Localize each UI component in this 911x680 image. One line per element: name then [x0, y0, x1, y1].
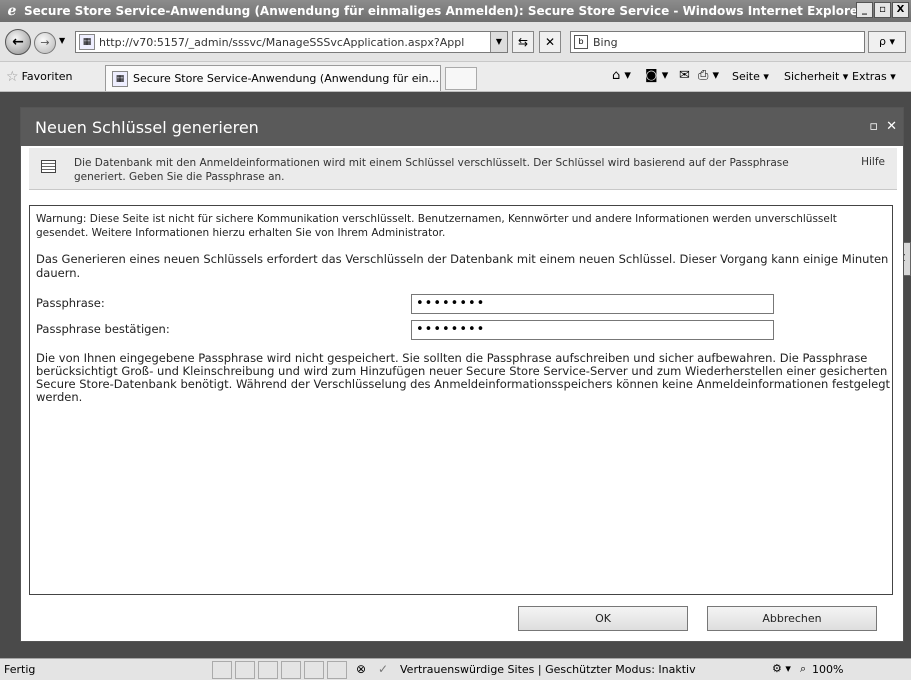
search-button[interactable]: ρ ▾	[868, 31, 906, 53]
url-dropdown-icon[interactable]: ▼	[490, 32, 507, 52]
maximize-dialog-icon[interactable]: ▫	[869, 119, 878, 134]
window-title: Secure Store Service-Anwendung (Anwendun…	[24, 4, 864, 18]
window-title-bar: ℯ Secure Store Service-Anwendung (Anwend…	[0, 0, 911, 22]
search-input[interactable]: b Bing	[570, 31, 865, 53]
favorites-label: Favoriten	[21, 70, 73, 83]
url-field[interactable]: ▦ http://v70:5157/_admin/sssvc/ManageSSS…	[75, 31, 508, 53]
security-zone-text[interactable]: Vertrauenswürdige Sites | Geschützter Mo…	[400, 663, 696, 676]
bing-icon: b	[574, 35, 588, 49]
page-icon: ▦	[79, 34, 95, 50]
passphrase-label: Passphrase:	[36, 296, 105, 310]
maximize-button[interactable]: ▫	[874, 2, 891, 18]
passphrase-input[interactable]: ••••••••	[411, 294, 774, 314]
generate-key-dialog: Neuen Schlüssel generieren ▫ ✕ Die Daten…	[20, 107, 904, 642]
zoom-level[interactable]: 100%	[812, 663, 843, 676]
checkmark-icon: ✓	[378, 662, 389, 676]
status-cell	[235, 661, 255, 679]
info-list-icon	[41, 160, 56, 173]
cancel-button[interactable]: Abbrechen	[707, 606, 877, 631]
info-panel: Die Datenbank mit den Anmeldeinformation…	[29, 148, 897, 190]
confirm-passphrase-input[interactable]: ••••••••	[411, 320, 774, 340]
tab-title: Secure Store Service-Anwendung (Anwendun…	[133, 72, 439, 85]
dialog-header: Neuen Schlüssel generieren	[21, 108, 903, 146]
confirm-row: Passphrase bestätigen: ••••••••	[36, 318, 886, 340]
description-text: Das Generieren eines neuen Schlüssels er…	[36, 252, 889, 280]
status-cell	[281, 661, 301, 679]
minimize-button[interactable]: _	[856, 2, 873, 18]
popup-blocker-icon[interactable]: ⊗	[356, 662, 366, 676]
address-bar: ← → ▼ ▦ http://v70:5157/_admin/sssvc/Man…	[0, 22, 911, 62]
feeds-icon[interactable]: ◙ ▾	[645, 68, 668, 83]
dialog-controls: ▫ ✕	[869, 119, 897, 134]
print-icon[interactable]: ⎙ ▾	[698, 68, 719, 83]
content-frame: Warnung: Diese Seite ist nicht für siche…	[29, 205, 893, 595]
zone-settings-icon[interactable]: ⚙ ▾	[772, 662, 791, 675]
home-icon[interactable]: ⌂ ▾	[612, 68, 631, 83]
security-warning: Warnung: Diese Seite ist nicht für siche…	[36, 213, 837, 239]
ok-button[interactable]: OK	[518, 606, 688, 631]
page-menu[interactable]: Seite ▾	[732, 70, 769, 83]
new-tab-button[interactable]	[445, 67, 477, 90]
star-icon: ☆	[6, 68, 19, 85]
status-text: Fertig	[4, 663, 36, 676]
close-dialog-icon[interactable]: ✕	[886, 119, 897, 134]
history-dropdown-icon[interactable]: ▼	[59, 36, 65, 45]
window-controls: _ ▫ X	[856, 2, 909, 18]
status-cell	[327, 661, 347, 679]
browser-tab[interactable]: ▦ Secure Store Service-Anwendung (Anwend…	[105, 65, 441, 91]
status-cell	[304, 661, 324, 679]
status-cell	[212, 661, 232, 679]
zoom-icon[interactable]: ⌕	[800, 662, 806, 676]
passphrase-row: Passphrase: ••••••••	[36, 292, 886, 314]
tab-page-icon: ▦	[112, 70, 128, 87]
confirm-passphrase-label: Passphrase bestätigen:	[36, 322, 170, 336]
refresh-button[interactable]: ⇆	[512, 31, 534, 53]
forward-button[interactable]: →	[34, 32, 56, 54]
dialog-footer: OK Abbrechen	[21, 598, 903, 642]
help-link[interactable]: Hilfe	[861, 156, 885, 168]
extras-menu[interactable]: Extras ▾	[852, 70, 896, 83]
dialog-title: Neuen Schlüssel generieren	[35, 117, 259, 137]
search-placeholder: Bing	[593, 35, 618, 49]
status-cell	[258, 661, 278, 679]
info-text: Die Datenbank mit den Anmeldeinformation…	[74, 157, 789, 183]
ie-logo-icon: ℯ	[7, 3, 17, 19]
back-button[interactable]: ←	[5, 29, 31, 55]
passphrase-note: Die von Ihnen eingegebene Passphrase wir…	[36, 351, 891, 404]
status-bar: Fertig ⊗ ✓ Vertrauenswürdige Sites | Ges…	[0, 658, 911, 680]
mail-icon[interactable]: ✉	[679, 68, 690, 83]
url-text: http://v70:5157/_admin/sssvc/ManageSSSvc…	[99, 35, 465, 49]
close-window-button[interactable]: X	[892, 2, 909, 18]
command-bar: ☆ Favoriten ▦ Secure Store Service-Anwen…	[0, 62, 911, 92]
stop-button[interactable]: ✕	[539, 31, 561, 53]
favorites-button[interactable]: ☆ Favoriten	[0, 69, 100, 85]
security-menu[interactable]: Sicherheit ▾	[784, 70, 848, 83]
